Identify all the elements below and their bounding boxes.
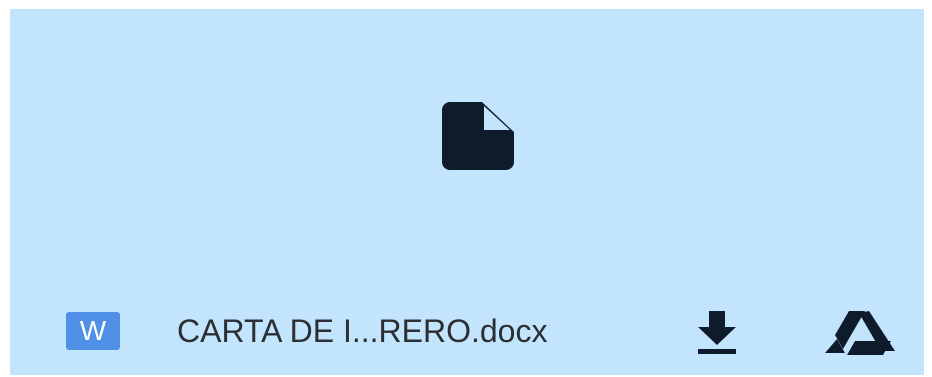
attachment-footer: W CARTA DE I...RERO.docx (10, 293, 924, 367)
attachment-card[interactable]: W CARTA DE I...RERO.docx (10, 9, 924, 375)
word-doc-icon: W (66, 312, 120, 350)
google-drive-icon (825, 311, 895, 355)
download-icon (698, 311, 736, 354)
file-name[interactable]: CARTA DE I...RERO.docx (177, 311, 547, 351)
download-button[interactable] (692, 309, 742, 355)
save-to-drive-button[interactable] (825, 311, 895, 355)
file-icon (442, 102, 514, 170)
